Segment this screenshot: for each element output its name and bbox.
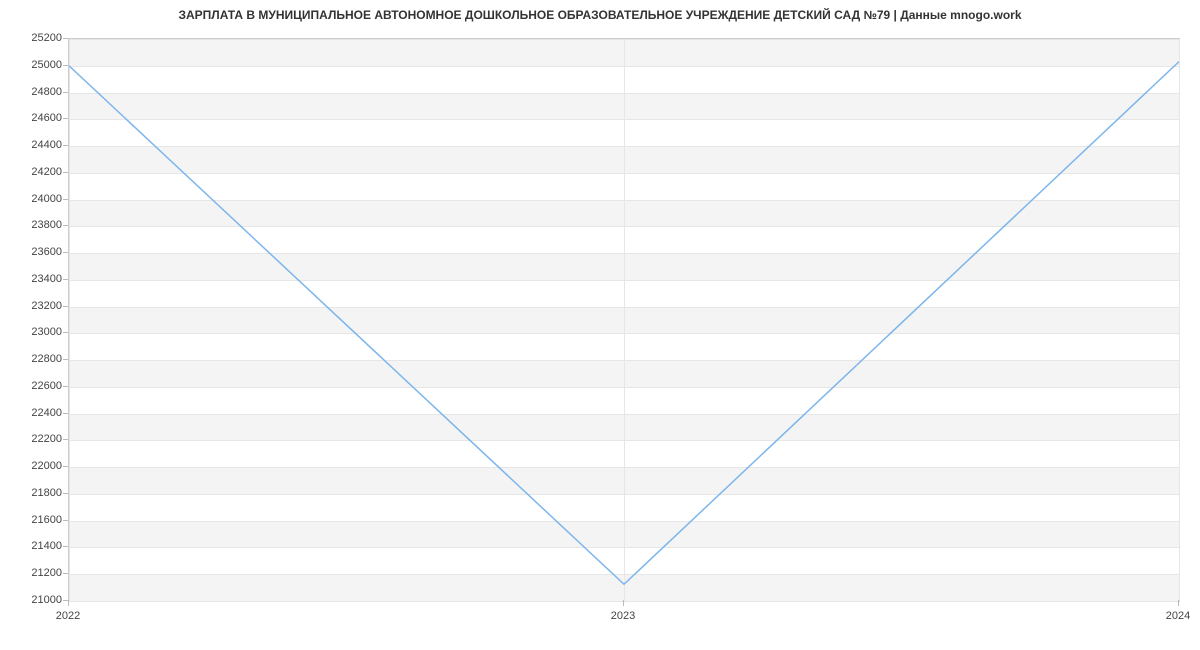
chart-title: ЗАРПЛАТА В МУНИЦИПАЛЬНОЕ АВТОНОМНОЕ ДОШК…: [0, 8, 1200, 22]
y-tick-label: 23600: [31, 246, 62, 258]
y-tick-label: 21200: [31, 567, 62, 579]
data-line: [69, 39, 1179, 601]
y-tick-label: 22200: [31, 433, 62, 445]
y-tick-label: 25000: [31, 59, 62, 71]
y-tick-label: 24800: [31, 86, 62, 98]
x-tick-label: 2023: [611, 610, 635, 622]
y-tick-label: 22400: [31, 407, 62, 419]
y-tick-label: 23000: [31, 326, 62, 338]
y-tick-label: 25200: [31, 32, 62, 44]
y-tick-label: 23800: [31, 219, 62, 231]
y-tick-label: 21600: [31, 514, 62, 526]
y-tick-label: 21800: [31, 487, 62, 499]
x-tick-label: 2024: [1166, 610, 1190, 622]
y-tick-label: 24600: [31, 112, 62, 124]
y-tick-label: 22000: [31, 460, 62, 472]
x-tick-label: 2022: [56, 610, 80, 622]
y-tick-label: 24200: [31, 166, 62, 178]
y-tick-label: 23400: [31, 273, 62, 285]
y-tick-label: 21400: [31, 540, 62, 552]
y-tick-label: 21000: [31, 594, 62, 606]
y-tick-label: 24000: [31, 193, 62, 205]
y-tick-label: 24400: [31, 139, 62, 151]
chart-container: ЗАРПЛАТА В МУНИЦИПАЛЬНОЕ АВТОНОМНОЕ ДОШК…: [0, 0, 1200, 650]
y-tick-label: 23200: [31, 300, 62, 312]
y-tick-label: 22800: [31, 353, 62, 365]
plot-area: [68, 38, 1180, 602]
y-tick-label: 22600: [31, 380, 62, 392]
